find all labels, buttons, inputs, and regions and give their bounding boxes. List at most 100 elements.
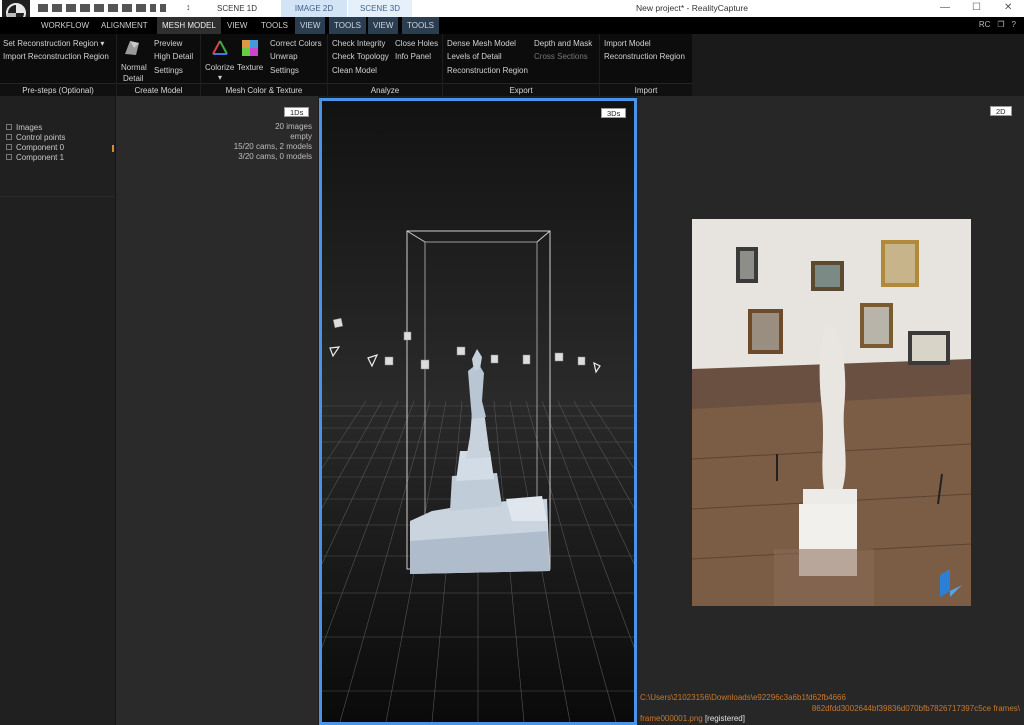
menu-tools[interactable]: TOOLS (256, 17, 293, 34)
rc-button[interactable]: RC (979, 20, 991, 29)
tab-image-2d[interactable]: IMAGE 2D (281, 0, 347, 17)
image-path-line-2: 862dfdd3002644bf39836d070bfb7826717397c5… (811, 704, 1020, 713)
layout-icon[interactable] (38, 4, 48, 12)
ribbon: Set Reconstruction Region ▾ Import Recon… (0, 34, 692, 96)
layout-icon[interactable] (66, 4, 76, 12)
menu-tools-3d[interactable]: TOOLS (402, 17, 439, 34)
info-component-1: 3/20 cams, 0 models (238, 152, 312, 161)
dense-mesh-model-button[interactable]: Dense Mesh Model (447, 39, 516, 48)
group-export: Dense Mesh Model Levels of Detail Recons… (443, 34, 600, 96)
close-holes-button[interactable]: Close Holes (395, 39, 438, 48)
group-label: Export (443, 83, 599, 96)
minimize-button[interactable]: — (940, 2, 950, 13)
correct-colors-button[interactable]: Correct Colors (270, 39, 322, 48)
menu-view-3d[interactable]: VIEW (368, 17, 399, 34)
check-topology-button[interactable]: Check Topology (332, 52, 389, 61)
group-label: Pre-steps (Optional) (0, 83, 116, 96)
cross-sections-button[interactable]: Cross Sections (534, 52, 588, 61)
layout-icon[interactable] (80, 4, 90, 12)
menu-bar: WORKFLOW ALIGNMENT MESH MODEL VIEW TOOLS… (0, 17, 1024, 34)
unwrap-button[interactable]: Unwrap (270, 52, 298, 61)
layout-icon[interactable] (122, 4, 132, 12)
redo-icon[interactable] (160, 4, 166, 12)
panel-3ds-viewport[interactable]: 3Ds (319, 98, 637, 725)
import-reconstruction-region-button[interactable]: Import Reconstruction Region (3, 52, 109, 61)
tree-item-images[interactable]: Images (6, 123, 42, 132)
texture-button[interactable]: Texture (237, 63, 263, 72)
set-reconstruction-region-button[interactable]: Set Reconstruction Region ▾ (3, 39, 104, 48)
menu-view-2d[interactable]: VIEW (295, 17, 326, 34)
export-reconstruction-region-button[interactable]: Reconstruction Region (447, 66, 528, 75)
panel-2d-viewport[interactable]: 2D C:\Users\21023156\Downloads\e92296c3a… (637, 96, 1024, 725)
layout-icon[interactable] (94, 4, 104, 12)
menu-mesh-model[interactable]: MESH MODEL (157, 17, 221, 34)
group-mesh-color: Colorize ▾ Texture Correct Colors Unwrap… (201, 34, 328, 96)
project-tree-panel: Images Control points Component 0 Compon… (0, 96, 115, 725)
close-button[interactable]: ✕ (1004, 2, 1012, 13)
tab-scene-1d[interactable]: SCENE 1D (196, 0, 278, 17)
ribbon-empty-area (692, 34, 1024, 96)
normal-detail-icon[interactable] (123, 39, 141, 57)
import-region-button[interactable]: Reconstruction Region (604, 52, 685, 61)
normal-detail-label-1[interactable]: Normal (121, 63, 147, 72)
colorize-dropdown-icon[interactable]: ▾ (218, 73, 222, 82)
tree-item-component-0[interactable]: Component 0 (6, 143, 64, 152)
tree-item-label: Images (16, 123, 43, 132)
create-settings-button[interactable]: Settings (154, 66, 183, 75)
depth-and-mask-button[interactable]: Depth and Mask (534, 39, 592, 48)
colorize-icon[interactable] (211, 39, 229, 57)
texture-icon[interactable] (241, 39, 259, 57)
frame-file: frame000001.png (640, 714, 703, 723)
maximize-button[interactable]: ☐ (972, 2, 981, 13)
customize-toolbar-icon[interactable]: ↕ (186, 2, 191, 12)
info-component-0: 15/20 cams, 2 models (233, 142, 312, 151)
group-label: Mesh Color & Texture (201, 83, 327, 96)
expand-icon[interactable] (6, 134, 12, 140)
3d-scene[interactable] (322, 101, 634, 722)
expand-icon[interactable] (6, 154, 12, 160)
view-label-1ds[interactable]: 1Ds (284, 107, 310, 117)
layout-icon[interactable] (108, 4, 118, 12)
layout-icon[interactable] (52, 4, 62, 12)
group-create-model: Normal Detail Preview High Detail Settin… (117, 34, 201, 96)
tree-item-label: Component 0 (16, 143, 65, 152)
levels-of-detail-button[interactable]: Levels of Detail (447, 52, 502, 61)
expand-icon[interactable] (6, 124, 12, 130)
window-icon[interactable]: ❐ (997, 20, 1004, 29)
divider (0, 196, 115, 197)
tree-item-component-1[interactable]: Component 1 (6, 153, 64, 162)
undo-icon[interactable] (150, 4, 156, 12)
help-icon[interactable]: ? (1012, 20, 1016, 29)
menu-workflow[interactable]: WORKFLOW (36, 17, 94, 34)
tree-item-control-points[interactable]: Control points (6, 133, 65, 142)
frame-filename: frame000001.png [registered] (640, 714, 745, 723)
view-label-3ds[interactable]: 3Ds (601, 108, 627, 118)
tab-scene-3d[interactable]: SCENE 3D (348, 0, 412, 17)
preview-button[interactable]: Preview (154, 39, 182, 48)
menu-alignment[interactable]: ALIGNMENT (96, 17, 153, 34)
texture-settings-button[interactable]: Settings (270, 66, 299, 75)
menu-tools-2d[interactable]: TOOLS (329, 17, 366, 34)
image-preview[interactable] (692, 219, 971, 606)
panel-1ds[interactable]: 1Ds 20 images empty 15/20 cams, 2 models… (115, 96, 318, 725)
colorize-button[interactable]: Colorize (205, 63, 234, 72)
info-panel-button[interactable]: Info Panel (395, 52, 431, 61)
group-presteps: Set Reconstruction Region ▾ Import Recon… (0, 34, 117, 96)
clean-model-button[interactable]: Clean Model (332, 66, 377, 75)
frame-status: [registered] (704, 714, 745, 723)
group-analyze: Check Integrity Check Topology Clean Mod… (328, 34, 443, 96)
expand-icon[interactable] (6, 144, 12, 150)
active-component-marker (112, 145, 114, 152)
gallery-photo (692, 219, 971, 606)
group-label: Analyze (328, 83, 442, 96)
high-detail-button[interactable]: High Detail (154, 52, 193, 61)
normal-detail-label-2[interactable]: Detail (123, 74, 143, 83)
import-model-button[interactable]: Import Model (604, 39, 651, 48)
info-control-points: empty (290, 132, 312, 141)
layout-icon[interactable] (136, 4, 146, 12)
view-label-2d[interactable]: 2D (990, 106, 1012, 116)
check-integrity-button[interactable]: Check Integrity (332, 39, 385, 48)
menu-view[interactable]: VIEW (222, 17, 252, 34)
window-title: New project* - RealityCapture (636, 3, 748, 13)
title-bar: ↕ SCENE 1D IMAGE 2D SCENE 3D New project… (0, 0, 1024, 30)
